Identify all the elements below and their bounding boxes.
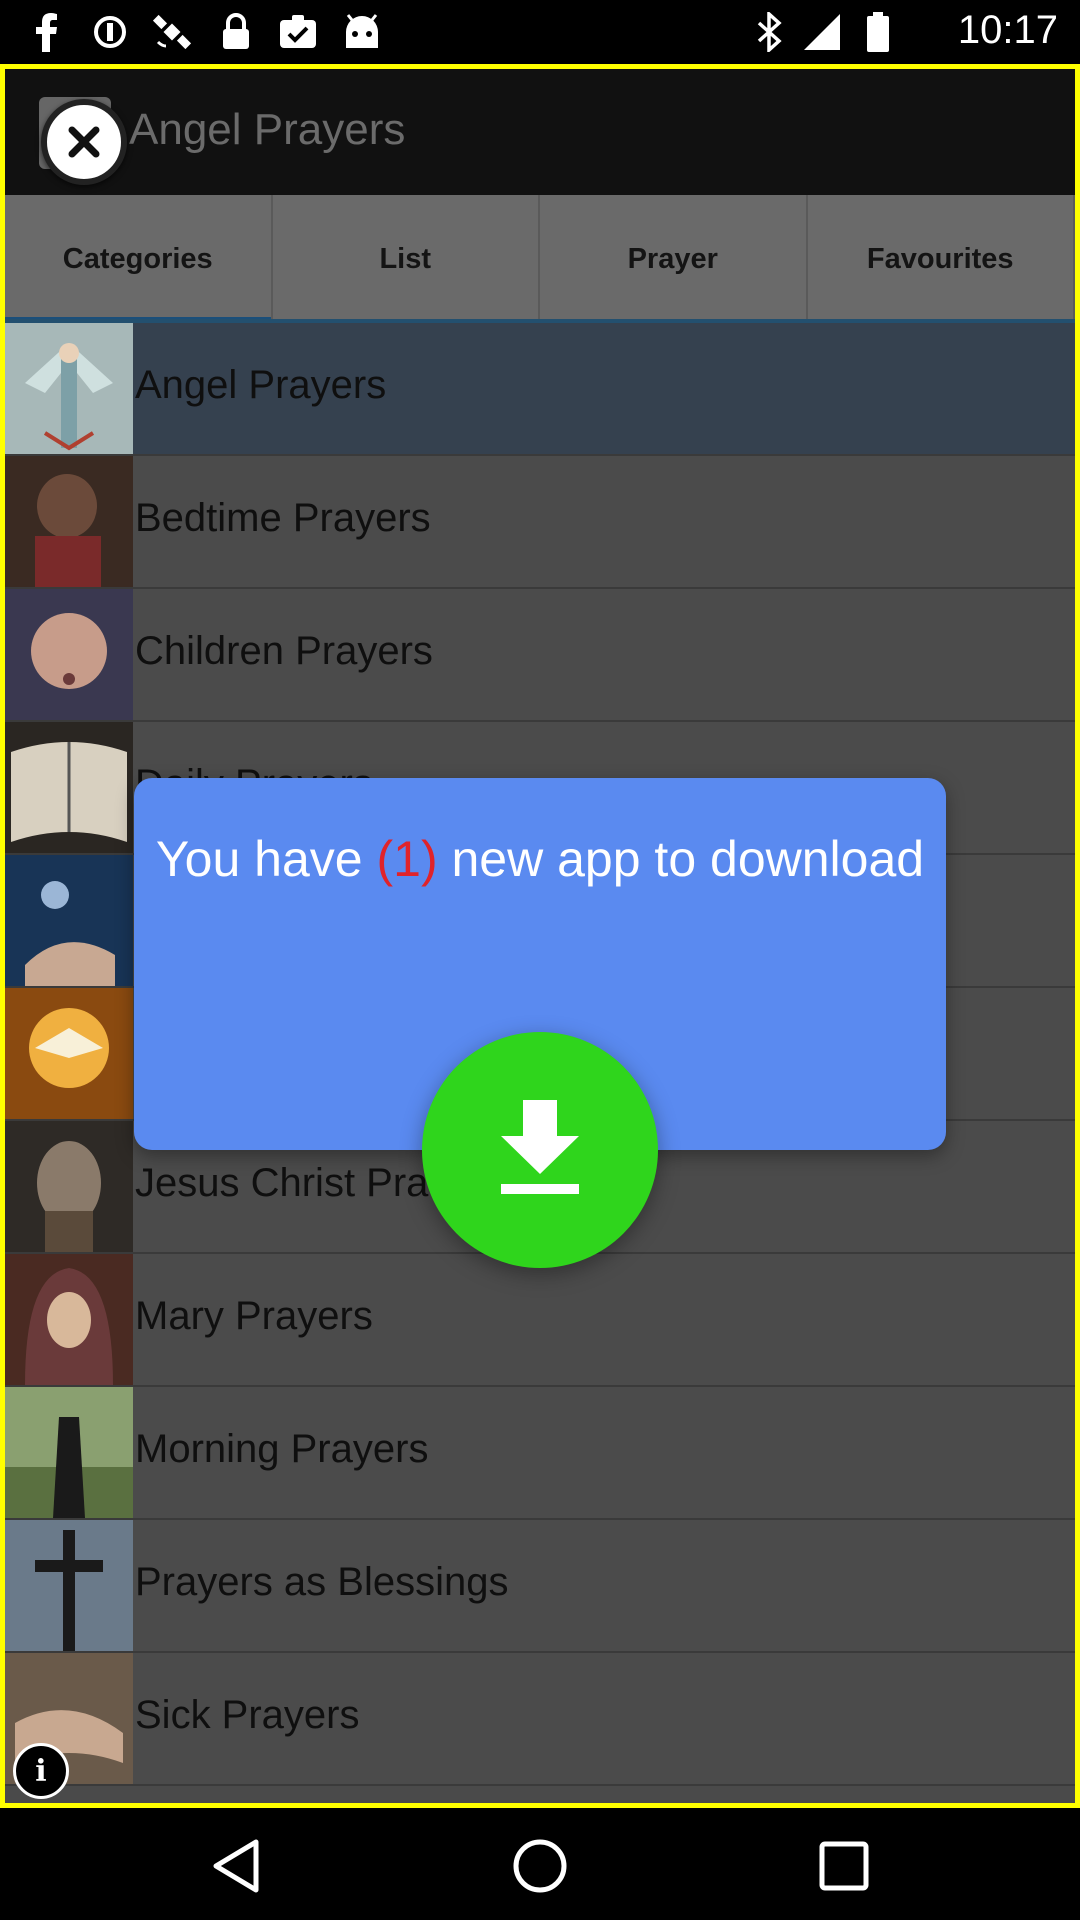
list-item[interactable]: Morning Prayers [5, 1387, 1075, 1520]
lock-icon [214, 10, 258, 54]
close-icon [68, 126, 100, 158]
fake-gps-icon [150, 10, 194, 54]
list-item[interactable]: Children Prayers [5, 589, 1075, 722]
angel-thumbnail [5, 323, 133, 454]
list-item-label: Sick Prayers [135, 1693, 360, 1737]
list-item[interactable]: Sick Prayers [5, 1653, 1075, 1786]
list-item-label: Morning Prayers [135, 1427, 429, 1471]
app-title: Angel Prayers [129, 105, 406, 154]
morning-thumbnail [5, 1387, 133, 1518]
list-item-label: Bedtime Prayers [135, 496, 431, 540]
back-button[interactable] [206, 1836, 266, 1896]
list-item-label: Prayers as Blessings [135, 1560, 509, 1604]
list-item[interactable]: Mary Prayers [5, 1254, 1075, 1387]
popup-app-count: (1) [376, 831, 438, 887]
popup-text-after: new app to download [437, 831, 925, 887]
tab-list[interactable]: List [273, 195, 540, 323]
battery-icon [856, 10, 900, 54]
info-icon[interactable]: i [13, 1743, 69, 1799]
children-thumbnail [5, 589, 133, 720]
download-icon [501, 1100, 579, 1194]
bedtime-thumbnail [5, 456, 133, 587]
status-bar: 10:17 [0, 0, 1080, 62]
list-item-label: Children Prayers [135, 629, 433, 673]
popup-text-before: You have [155, 831, 377, 887]
facebook-icon [24, 10, 68, 54]
cross-thumbnail [5, 1520, 133, 1651]
app-header: Angel Prayers [5, 69, 1075, 195]
download-button[interactable] [422, 1032, 658, 1268]
list-item[interactable]: Bedtime Prayers [5, 456, 1075, 589]
home-icon [513, 1839, 567, 1893]
android-icon [340, 10, 384, 54]
home-button[interactable] [510, 1836, 570, 1896]
signal-icon [800, 10, 844, 54]
jesus-thumbnail [5, 1121, 133, 1252]
list-item[interactable]: Angel Prayers [5, 323, 1075, 456]
navigation-bar [0, 1812, 1080, 1920]
list-item-label: Jesus Christ Pra [135, 1161, 429, 1205]
tab-bar: Categories List Prayer Favourites [5, 195, 1075, 323]
recents-button[interactable] [814, 1836, 874, 1896]
back-icon [213, 1839, 259, 1893]
bible-thumbnail [5, 722, 133, 853]
list-item-label: Angel Prayers [135, 363, 387, 407]
list-item[interactable]: Prayers as Blessings [5, 1520, 1075, 1653]
list-item-label: Mary Prayers [135, 1294, 373, 1338]
data-saver-icon [88, 10, 132, 54]
close-button[interactable] [41, 99, 127, 185]
status-time: 10:17 [957, 8, 1058, 52]
mary-thumbnail [5, 1254, 133, 1385]
recents-icon [819, 1841, 869, 1891]
tab-categories[interactable]: Categories [5, 195, 273, 323]
hands-light-thumbnail [5, 855, 133, 986]
tab-favourites[interactable]: Favourites [808, 195, 1075, 323]
bluetooth-icon [748, 10, 792, 54]
clipboard-check-icon [276, 10, 320, 54]
dove-light-thumbnail [5, 988, 133, 1119]
popup-message: You have (1) new app to download [134, 822, 946, 896]
tab-prayer[interactable]: Prayer [540, 195, 808, 323]
